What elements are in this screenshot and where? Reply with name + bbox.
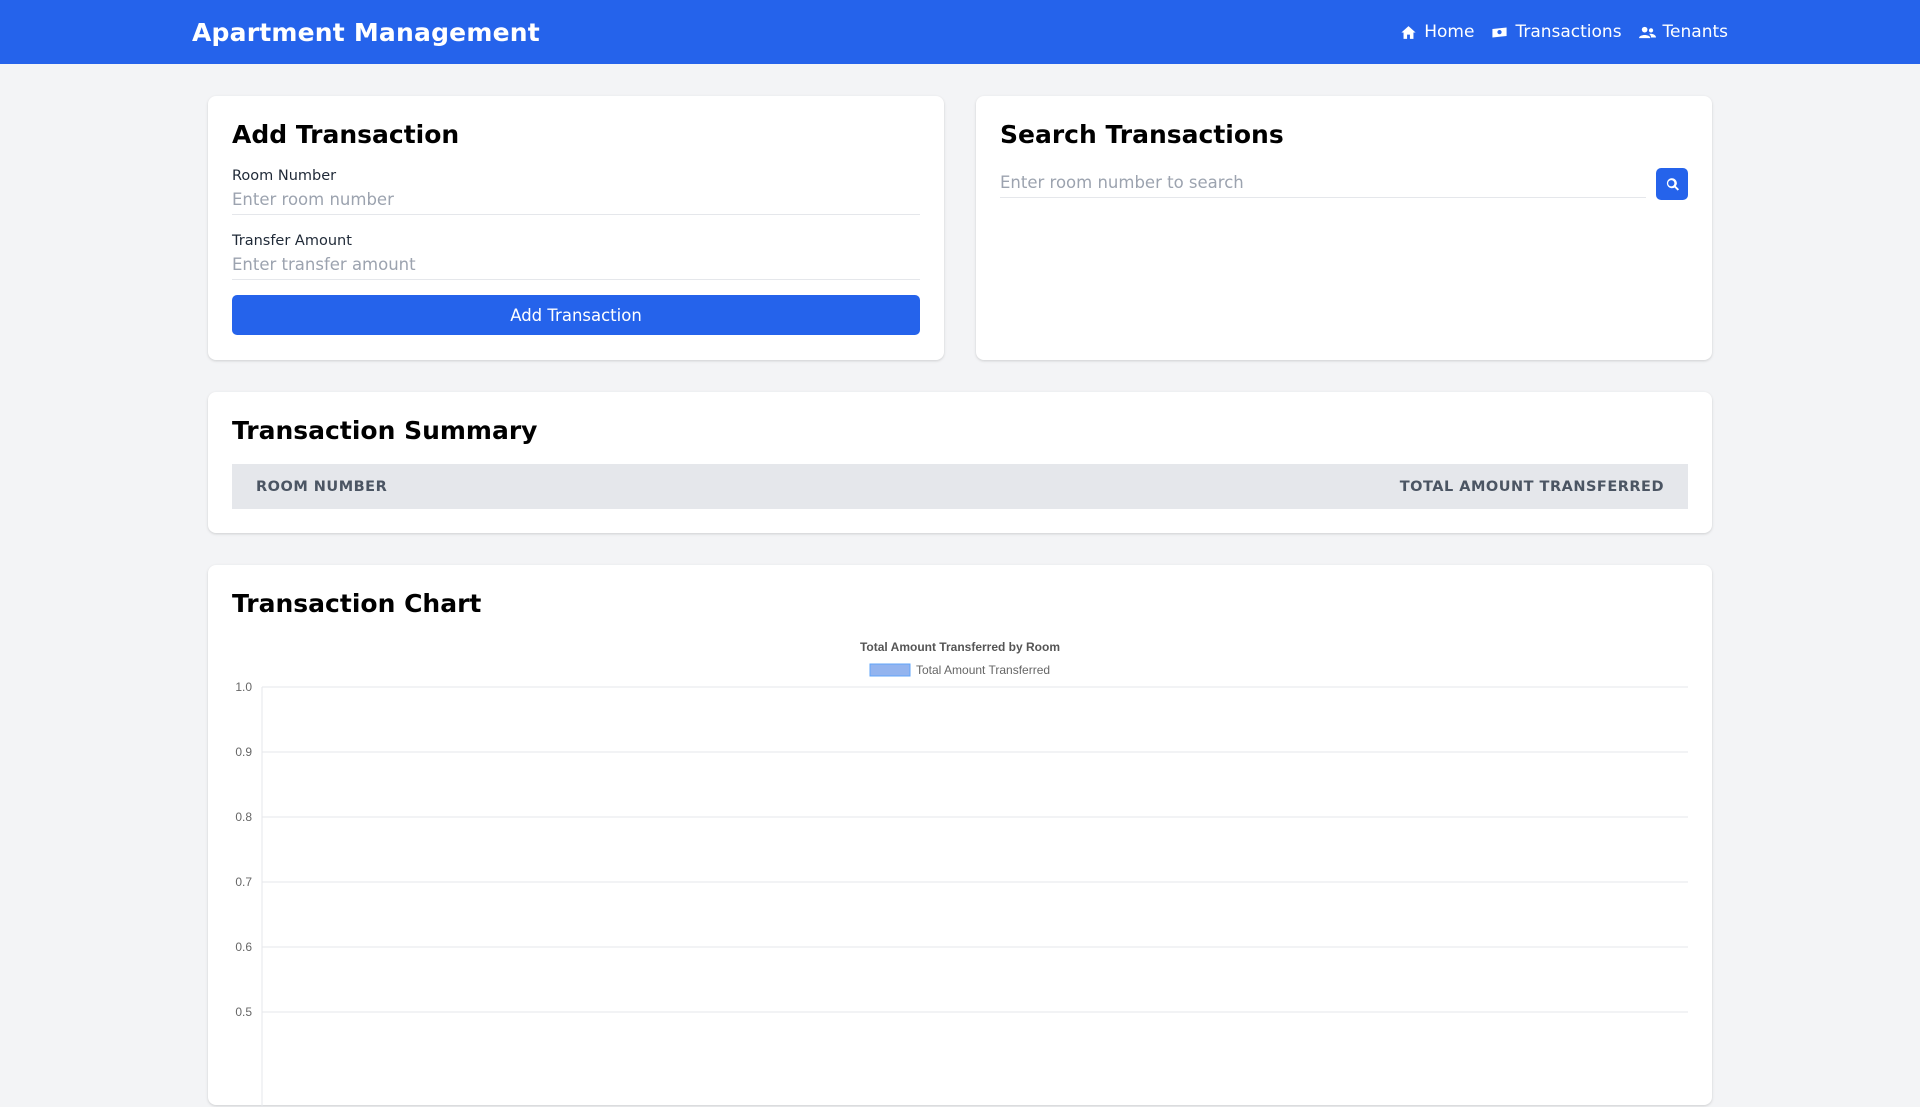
add-transaction-title: Add Transaction xyxy=(232,120,460,149)
bar-chart: Total Amount Transferred by Room Total Am… xyxy=(235,640,1688,1107)
nav-item-transactions[interactable]: Transactions xyxy=(1491,22,1622,42)
search-row xyxy=(1000,168,1688,200)
y-tick-label: 0.9 xyxy=(235,745,252,759)
nav-item-home[interactable]: Home xyxy=(1400,22,1474,42)
nav-item-label: Home xyxy=(1424,22,1475,42)
transaction-summary-card: Transaction Summary Room Number Total Am… xyxy=(208,392,1712,533)
y-tick-label: 0.7 xyxy=(235,875,252,889)
nav-item-tenants[interactable]: Tenants xyxy=(1638,22,1728,42)
y-tick-label: 1.0 xyxy=(235,680,252,694)
search-button[interactable] xyxy=(1656,168,1688,200)
home-icon xyxy=(1401,25,1416,39)
y-tick-label: 0.5 xyxy=(235,1005,252,1019)
search-icon xyxy=(1666,177,1679,191)
app-title[interactable]: Apartment Management xyxy=(192,18,540,47)
top-navbar: Apartment Management Home Transactions T… xyxy=(0,0,1920,64)
y-tick-label: 0.8 xyxy=(235,810,252,824)
money-bill-icon xyxy=(1492,27,1508,37)
search-input[interactable] xyxy=(1000,170,1646,198)
chart-title: Total Amount Transferred by Room xyxy=(860,640,1060,654)
transfer-amount-label: Transfer Amount xyxy=(232,233,352,249)
users-icon xyxy=(1638,26,1656,38)
column-header-room-number[interactable]: Room Number xyxy=(232,464,763,509)
nav-item-label: Transactions xyxy=(1515,22,1622,42)
room-number-group: Room Number xyxy=(232,168,920,215)
transfer-amount-input[interactable] xyxy=(232,253,920,280)
add-transaction-button[interactable]: Add Transaction xyxy=(232,295,920,335)
table-header-row: Room Number Total Amount Transferred xyxy=(232,464,1688,509)
transaction-summary-title: Transaction Summary xyxy=(232,416,538,445)
add-transaction-card: Add Transaction Room Number Transfer Amo… xyxy=(208,96,944,360)
room-number-input[interactable] xyxy=(232,188,920,215)
column-header-total-amount[interactable]: Total Amount Transferred xyxy=(763,464,1688,509)
summary-table: Room Number Total Amount Transferred xyxy=(232,464,1688,509)
nav-links: Home Transactions Tenants xyxy=(1400,22,1728,42)
legend-swatch[interactable] xyxy=(869,663,911,677)
nav-item-label: Tenants xyxy=(1662,22,1728,42)
search-transactions-title: Search Transactions xyxy=(1000,120,1284,149)
transaction-chart-card: Transaction Chart Total Amount Transferr… xyxy=(208,565,1712,1107)
transfer-amount-group: Transfer Amount xyxy=(232,233,920,280)
legend-label[interactable]: Total Amount Transferred xyxy=(916,663,1050,677)
transaction-chart-title: Transaction Chart xyxy=(232,589,482,618)
y-tick-label: 0.6 xyxy=(235,940,252,954)
search-transactions-card: Search Transactions xyxy=(976,96,1712,360)
room-number-label: Room Number xyxy=(232,168,337,184)
